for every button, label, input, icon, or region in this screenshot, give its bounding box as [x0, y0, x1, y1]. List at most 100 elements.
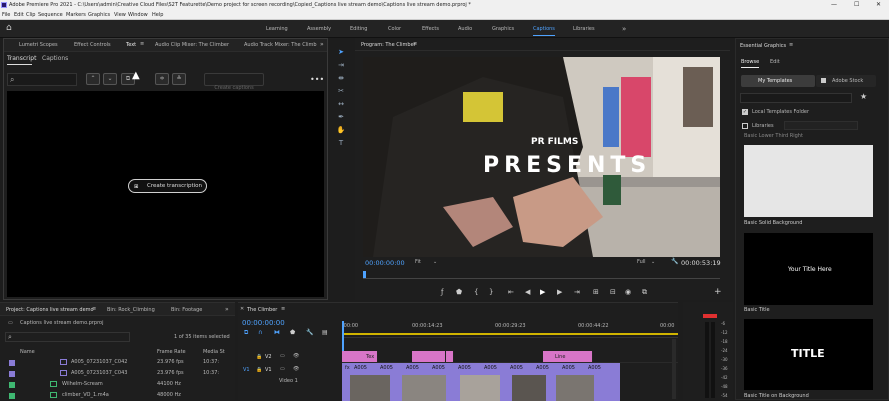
minimize-icon[interactable]: —: [831, 2, 837, 8]
add-button-icon[interactable]: +: [714, 288, 722, 297]
column-name[interactable]: Name: [20, 350, 35, 355]
essential-graphics-menu-icon[interactable]: ≡: [789, 43, 793, 48]
menu-window[interactable]: Window: [128, 13, 148, 18]
tab-lumetri-scopes[interactable]: Lumetri Scopes: [19, 43, 58, 48]
chevron-up-icon[interactable]: ⌃: [86, 73, 100, 85]
maximize-icon[interactable]: ☐: [854, 2, 859, 8]
fit-select[interactable]: Fit: [415, 260, 421, 265]
mark-out-icon[interactable]: }: [489, 288, 493, 296]
fx-toggle-icon[interactable]: ƒ: [441, 288, 443, 296]
timeline-menu-icon[interactable]: ≡: [281, 307, 285, 312]
add-marker-timeline-icon[interactable]: ⬟: [290, 330, 295, 336]
merge-segment-icon[interactable]: ≚: [172, 73, 186, 85]
lock-icon[interactable]: 🔒: [256, 368, 262, 373]
eye-icon[interactable]: 👁: [293, 354, 299, 359]
project-overflow-icon[interactable]: »: [225, 307, 229, 313]
more-options-icon[interactable]: •••: [310, 76, 324, 84]
subtab-transcript[interactable]: Transcript: [7, 56, 36, 62]
type-tool-icon[interactable]: T: [336, 139, 346, 148]
nest-icon[interactable]: ⧉: [244, 330, 248, 336]
track-label-v1[interactable]: V1: [265, 368, 272, 373]
comparison-view-icon[interactable]: ⧉: [642, 288, 647, 296]
menu-markers[interactable]: Markers: [66, 13, 86, 18]
title-clip[interactable]: Line: [543, 351, 593, 362]
menu-view[interactable]: View: [114, 13, 126, 18]
snap-icon[interactable]: ∩: [258, 330, 262, 336]
tab-browse[interactable]: Browse: [741, 60, 759, 65]
menu-edit[interactable]: Edit: [14, 13, 24, 18]
tab-text[interactable]: Text: [126, 43, 136, 48]
timeline-settings-icon[interactable]: 🔧: [306, 330, 313, 336]
project-menu-icon[interactable]: ≡: [92, 307, 96, 312]
razor-tool-icon[interactable]: ✂: [336, 87, 346, 96]
tab-audio-clip-mixer[interactable]: Audio Clip Mixer: The Climber: [155, 43, 229, 48]
project-search[interactable]: ⌕: [5, 332, 130, 342]
workspace-editing[interactable]: Editing: [350, 27, 367, 32]
template-search[interactable]: [740, 93, 852, 103]
track-select-tool-icon[interactable]: ⇥: [336, 61, 346, 70]
template-thumb-basic-solid-background[interactable]: [744, 145, 873, 217]
create-captions-button[interactable]: Create captions: [204, 73, 264, 91]
tab-project[interactable]: Project: Captions live stream demo: [6, 308, 94, 313]
title-clip[interactable]: Tex: [342, 351, 378, 362]
workspace-more[interactable]: »: [622, 26, 626, 33]
program-menu-icon[interactable]: ≡: [413, 42, 417, 47]
quality-select[interactable]: Full: [637, 260, 646, 265]
local-templates-checkbox[interactable]: ✓: [742, 109, 748, 115]
chevron-down-icon[interactable]: ⌄: [103, 73, 117, 85]
slip-tool-icon[interactable]: ↔: [336, 100, 346, 109]
workspace-captions[interactable]: Captions: [533, 27, 555, 32]
menu-graphics[interactable]: Graphics: [88, 13, 110, 18]
column-media-start[interactable]: Media St: [203, 350, 225, 355]
menu-file[interactable]: File: [2, 13, 10, 18]
go-to-out-icon[interactable]: ⇥: [574, 288, 580, 296]
eye-icon[interactable]: 👁: [293, 367, 299, 372]
list-item[interactable]: A005_07231037_C042 23.976 fps 10:37:: [0, 357, 235, 368]
program-scrubber[interactable]: [363, 271, 720, 279]
workspace-effects[interactable]: Effects: [422, 27, 439, 32]
close-icon[interactable]: ✕: [876, 2, 881, 8]
subtab-captions[interactable]: Captions: [42, 56, 68, 62]
hand-tool-icon[interactable]: ✋: [336, 126, 346, 135]
mark-in-icon[interactable]: {: [474, 288, 478, 296]
sync-lock-icon[interactable]: ▭: [280, 354, 285, 359]
program-timecode-in[interactable]: 00:00:00:00: [365, 260, 405, 267]
step-forward-icon[interactable]: ▶: [557, 288, 562, 296]
pen-tool-icon[interactable]: ✒: [336, 113, 346, 122]
list-item[interactable]: A005_07231037_C043 23.976 fps 10:37:: [0, 368, 235, 379]
tab-edit[interactable]: Edit: [770, 60, 780, 65]
panel-menu-icon[interactable]: ≡: [140, 42, 144, 47]
transcript-search[interactable]: ⌕: [7, 73, 77, 86]
menu-clip[interactable]: Clip: [26, 13, 35, 18]
captions-display-icon[interactable]: ▤: [322, 330, 328, 336]
pin-icon[interactable]: ★: [860, 93, 867, 101]
search-input[interactable]: [22, 76, 72, 84]
quality-chevron-icon[interactable]: ⌄: [651, 260, 655, 265]
libraries-checkbox[interactable]: [742, 123, 748, 129]
work-area-bar[interactable]: [342, 333, 678, 335]
lock-icon[interactable]: 🔒: [256, 355, 262, 360]
fit-chevron-icon[interactable]: ⌄: [433, 260, 437, 265]
home-icon[interactable]: ⌂: [6, 24, 12, 33]
tab-effect-controls[interactable]: Effect Controls: [74, 43, 111, 48]
libraries-select[interactable]: [784, 121, 858, 130]
sync-lock-icon[interactable]: ▭: [280, 367, 285, 372]
time-ruler[interactable]: :00:00 00:00:14:23 00:00:29:23 00:00:44:…: [342, 321, 678, 401]
workspace-audio[interactable]: Audio: [458, 27, 472, 32]
go-to-in-icon[interactable]: ⇤: [508, 288, 514, 296]
timeline-timecode[interactable]: 00:00:00:00: [242, 320, 285, 327]
column-frame-rate[interactable]: Frame Rate: [157, 350, 186, 355]
workspace-learning[interactable]: Learning: [266, 27, 288, 32]
wrench-icon[interactable]: 🔧: [671, 259, 678, 265]
menu-help[interactable]: Help: [152, 13, 163, 18]
workspace-assembly[interactable]: Assembly: [307, 27, 331, 32]
tab-bin-rock-climbing[interactable]: Bin: Rock_Climbing: [107, 308, 155, 313]
track-label-v2[interactable]: V2: [265, 355, 272, 360]
template-thumb-basic-title-on-background[interactable]: TITLE: [744, 319, 873, 390]
list-item[interactable]: Wilhelm-Scream 44100 Hz: [0, 379, 235, 390]
title-clip[interactable]: [412, 351, 446, 362]
workspace-graphics[interactable]: Graphics: [492, 27, 514, 32]
panel-overflow-icon[interactable]: »: [320, 42, 324, 48]
step-back-icon[interactable]: ◀: [525, 288, 530, 296]
lift-icon[interactable]: ⊞: [593, 288, 599, 296]
